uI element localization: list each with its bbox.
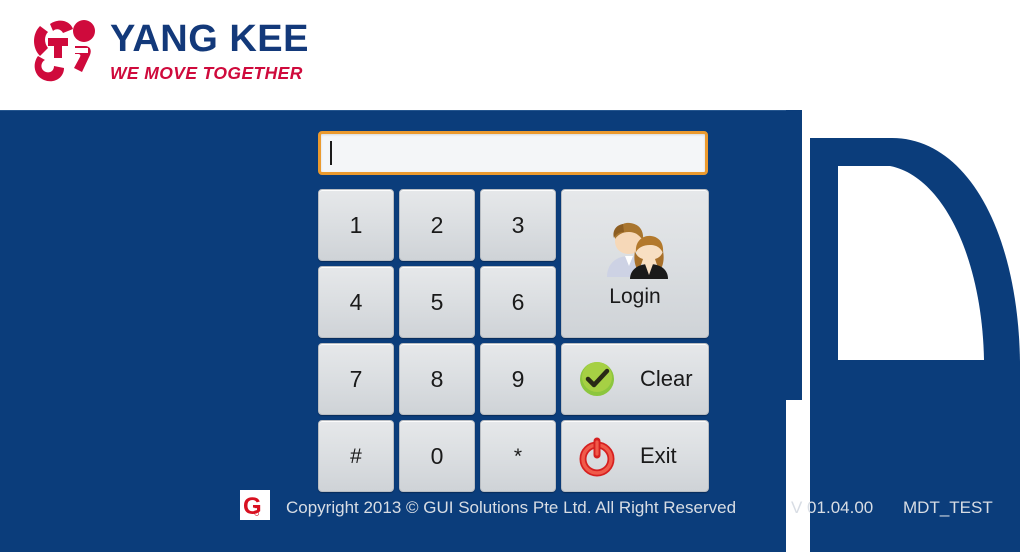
svg-text:GUI: GUI (255, 505, 261, 516)
login-screen: YANG KEE WE MOVE TOGETHER 1 2 3 Login 4 … (0, 0, 1024, 552)
brand-logo: YANG KEE WE MOVE TOGETHER (28, 12, 309, 88)
copyright-text: Copyright 2013 © GUI Solutions Pte Ltd. … (286, 498, 737, 517)
key-label: 4 (349, 288, 363, 315)
app-header: YANG KEE WE MOVE TOGETHER (0, 0, 1024, 110)
gui-solutions-logo-icon: G GUI (240, 490, 270, 520)
brand-name: YANG KEE (110, 18, 309, 61)
key-7[interactable]: 7 (318, 343, 394, 415)
text-caret (330, 141, 332, 165)
clear-button[interactable]: Clear (561, 343, 709, 415)
yang-kee-logo-mark-icon (34, 20, 95, 82)
green-check-circle-icon (580, 362, 614, 396)
truck-graphic-area (786, 110, 1024, 552)
key-5[interactable]: 5 (399, 266, 475, 338)
clear-button-label: Clear (640, 366, 693, 391)
key-star[interactable]: * (480, 420, 556, 492)
key-8[interactable]: 8 (399, 343, 475, 415)
brand-tagline: WE MOVE TOGETHER (110, 63, 303, 84)
key-label: 9 (511, 365, 525, 392)
keypad-grid: 1 2 3 Login 4 5 6 7 8 9 Clear # 0 * Exit (318, 189, 709, 492)
exit-button-label: Exit (640, 443, 677, 468)
key-1[interactable]: 1 (318, 189, 394, 261)
key-label: 2 (430, 211, 444, 238)
terminal-id-label: MDT_TEST (903, 498, 993, 517)
key-label: 6 (511, 288, 525, 315)
key-label: 7 (349, 365, 363, 392)
key-4[interactable]: 4 (318, 266, 394, 338)
key-label: 3 (511, 211, 525, 238)
truck-cab-outline-icon (786, 110, 1024, 552)
key-2[interactable]: 2 (399, 189, 475, 261)
red-power-icon (579, 437, 615, 477)
users-icon (607, 222, 668, 279)
exit-button[interactable]: Exit (561, 420, 709, 492)
login-keypad: 1 2 3 Login 4 5 6 7 8 9 Clear # 0 * Exit (318, 131, 709, 492)
pin-input-field[interactable] (318, 131, 708, 175)
key-label: 5 (430, 288, 444, 315)
gui-logo-glyph: G GUI (240, 490, 270, 520)
version-label: V 01.04.00 (791, 498, 874, 517)
key-0[interactable]: 0 (399, 420, 475, 492)
brand-wordmark: YANG KEE WE MOVE TOGETHER (110, 16, 309, 84)
key-6[interactable]: 6 (480, 266, 556, 338)
key-3[interactable]: 3 (480, 189, 556, 261)
login-button-label: Login (609, 284, 661, 308)
key-label: # (350, 444, 362, 468)
key-9[interactable]: 9 (480, 343, 556, 415)
key-label: 1 (349, 211, 363, 238)
login-button[interactable]: Login (561, 189, 709, 338)
pin-input[interactable] (321, 134, 705, 172)
key-label: 0 (430, 442, 444, 469)
key-label: 8 (430, 365, 444, 392)
key-label: * (513, 444, 523, 468)
key-hash[interactable]: # (318, 420, 394, 492)
